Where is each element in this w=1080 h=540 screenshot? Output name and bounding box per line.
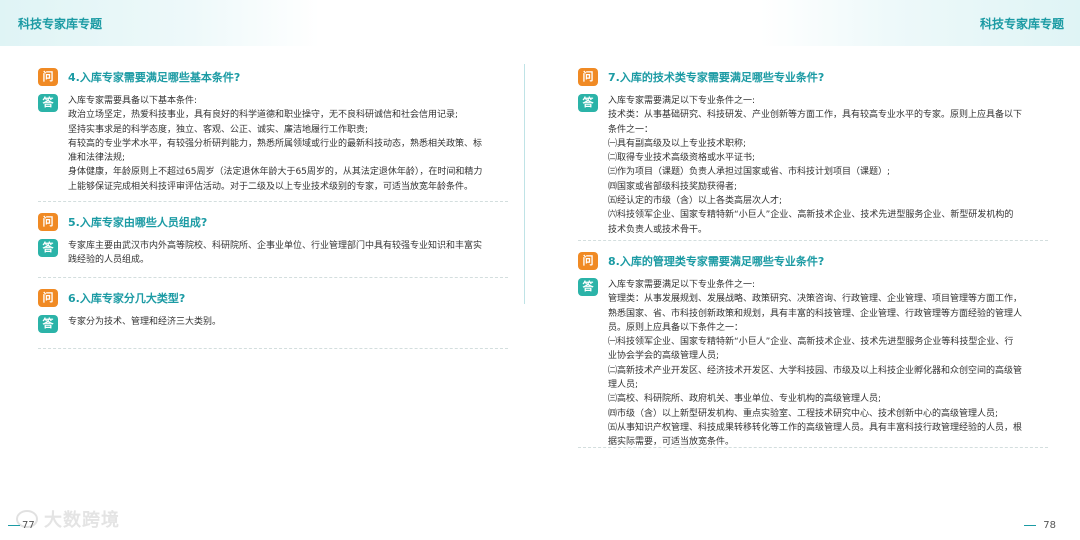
answer-badge: 答 <box>578 278 598 296</box>
answer-badge: 答 <box>38 315 58 333</box>
section-separator <box>38 277 508 278</box>
question-text: 6.入库专家分几大类型? <box>68 292 186 305</box>
answer-row: 答 专家分为技术、管理和经济三大类别。 <box>38 315 508 333</box>
right-page-header-title: 科技专家库专题 <box>979 17 1064 31</box>
section-separator <box>578 240 1048 241</box>
qa-block-5: 问 5.入库专家由哪些人员组成? 答 专家库主要由武汉市内外高等院校、科研院所、… <box>38 212 508 268</box>
answer-line: 入库专家需要满足以下专业条件之一: <box>608 280 756 290</box>
answer-line: 熟悉国家、省、市科技创新政策和规划，具有丰富的科技管理、企业管理、行政管理等方面… <box>608 308 1023 319</box>
question-row: 问 5.入库专家由哪些人员组成? <box>38 212 508 232</box>
watermark-text: 大数跨境 <box>44 510 120 531</box>
answer-text: 入库专家需要满足以下专业条件之一: 技术类：从事基础研究、科技研发、产业创新等方… <box>608 94 1048 237</box>
question-badge: 问 <box>38 289 58 307</box>
answer-text: 专家分为技术、管理和经济三大类别。 <box>68 315 508 329</box>
answer-line: ㈢高校、科研院所、政府机关、事业单位、专业机构的高级管理人员; <box>608 394 882 405</box>
answer-badge: 答 <box>38 94 58 112</box>
section-separator <box>38 348 508 349</box>
answer-line: 践经验的人员组成。 <box>68 255 150 266</box>
answer-line: ㈢作为项目（课题）负责人承担过国家或省、市科技计划项目（课题）; <box>608 167 891 178</box>
qa-block-6: 问 6.入库专家分几大类型? 答 专家分为技术、管理和经济三大类别。 <box>38 288 508 333</box>
answer-line: 管理类：从事发展规划、发展战略、政策研究、决策咨询、行政管理、企业管理、项目管理… <box>608 294 1023 305</box>
question-row: 问 6.入库专家分几大类型? <box>38 288 508 308</box>
question-row: 问 4.入库专家需要满足哪些基本条件? <box>38 67 508 87</box>
qa-block-8: 问 8.入库的管理类专家需要满足哪些专业条件? 答 入库专家需要满足以下专业条件… <box>578 251 1048 450</box>
question-badge: 问 <box>38 213 58 231</box>
answer-line: ㈠科技领军企业、国家专精特新“小巨人”企业、高新技术企业、技术先进型服务企业等科… <box>608 337 1014 348</box>
answer-line: 技术负责人或技术骨干。 <box>608 224 708 235</box>
question-badge: 问 <box>578 252 598 270</box>
answer-line: ㈠具有副高级及以上专业技术职称; <box>608 138 747 149</box>
column-divider <box>524 64 525 304</box>
answer-line: ㈤经认定的市级（含）以上各类高层次人才; <box>608 196 783 207</box>
answer-row: 答 入库专家需要满足以下专业条件之一: 技术类：从事基础研究、科技研发、产业创新… <box>578 94 1048 237</box>
answer-line: 业协会学会的高级管理人员; <box>608 351 720 362</box>
page-number-rule <box>8 525 20 526</box>
left-page-header-title: 科技专家库专题 <box>18 17 103 31</box>
answer-line: 技术类：从事基础研究、科技研发、产业创新等方面工作，具有较高专业水平的专家。原则… <box>608 110 1023 121</box>
answer-line: 准和法律法规; <box>68 153 126 164</box>
question-badge: 问 <box>38 68 58 86</box>
header-bar: 科技专家库专题 科技专家库专题 <box>0 0 1080 46</box>
answer-line: ㈡取得专业技术高级资格或水平证书; <box>608 153 756 164</box>
answer-line: 坚持实事求是的科学态度，独立、客观、公正、诚实、廉洁地履行工作职责; <box>68 124 369 135</box>
question-badge: 问 <box>578 68 598 86</box>
question-row: 问 8.入库的管理类专家需要满足哪些专业条件? <box>578 251 1048 271</box>
answer-line: 员。原则上应具备以下条件之一： <box>608 322 744 333</box>
answer-row: 答 入库专家需要满足以下专业条件之一: 管理类：从事发展规划、发展战略、政策研究… <box>578 278 1048 450</box>
qa-block-4: 问 4.入库专家需要满足哪些基本条件? 答 入库专家需要具备以下基本条件: 政治… <box>38 67 508 194</box>
answer-row: 答 专家库主要由武汉市内外高等院校、科研院所、企事业单位、行业管理部门中具有较强… <box>38 239 508 268</box>
answer-text: 入库专家需要具备以下基本条件: 政治立场坚定，热爱科技事业，具有良好的科学道德和… <box>68 94 508 194</box>
section-separator <box>38 201 508 202</box>
answer-badge: 答 <box>578 94 598 112</box>
answer-line: 有较高的专业学术水平，有较强分析研判能力，熟悉所属领域或行业的最新科技动态，熟悉… <box>68 138 483 149</box>
answer-line: ㈣市级（含）以上新型研发机构、重点实验室、工程技术研究中心、技术创新中心的高级管… <box>608 408 999 419</box>
answer-line: 入库专家需要具备以下基本条件: <box>68 96 198 106</box>
answer-line: 上能够保证完成相关科技评审评估活动。对于二级及以上专业技术级别的专家，可适当放宽… <box>68 181 474 192</box>
answer-line: 政治立场坚定，热爱科技事业，具有良好的科学道德和职业操守，无不良科研诚信和社会信… <box>68 110 459 121</box>
question-text: 5.入库专家由哪些人员组成? <box>68 216 208 229</box>
answer-line: ㈡高新技术产业开发区、经济技术开发区、大学科技园、市级及以上科技企业孵化器和众创… <box>608 365 1023 376</box>
answer-row: 答 入库专家需要具备以下基本条件: 政治立场坚定，热爱科技事业，具有良好的科学道… <box>38 94 508 194</box>
answer-line: 专家分为技术、管理和经济三大类别。 <box>68 317 222 327</box>
question-row: 问 7.入库的技术类专家需要满足哪些专业条件? <box>578 67 1048 87</box>
answer-line: ㈥科技领军企业、国家专精特新“小巨人”企业、高新技术企业、技术先进型服务企业、新… <box>608 210 1014 221</box>
qa-block-7: 问 7.入库的技术类专家需要满足哪些专业条件? 答 入库专家需要满足以下专业条件… <box>578 67 1048 237</box>
answer-line: 入库专家需要满足以下专业条件之一: <box>608 96 756 106</box>
answer-line: 条件之一： <box>608 124 654 135</box>
question-text: 8.入库的管理类专家需要满足哪些专业条件? <box>608 255 825 268</box>
answer-line: ㈣国家或省部级科技奖励获得者; <box>608 181 738 192</box>
answer-line: ㈤从事知识产权管理、科技成果转移转化等工作的高级管理人员。具有丰富科技行政管理经… <box>608 422 1023 433</box>
question-text: 4.入库专家需要满足哪些基本条件? <box>68 71 241 84</box>
section-separator <box>578 447 1048 448</box>
answer-text: 入库专家需要满足以下专业条件之一: 管理类：从事发展规划、发展战略、政策研究、决… <box>608 278 1048 450</box>
left-page-number: 77 <box>22 520 35 531</box>
page-number-rule <box>1024 525 1036 526</box>
question-text: 7.入库的技术类专家需要满足哪些专业条件? <box>608 71 825 84</box>
answer-line: 专家库主要由武汉市内外高等院校、科研院所、企事业单位、行业管理部门中具有较强专业… <box>68 241 483 251</box>
answer-line: 身体健康，年龄原则上不超过65周岁（法定退休年龄大于65周岁的，从其法定退休年龄… <box>68 167 483 178</box>
answer-text: 专家库主要由武汉市内外高等院校、科研院所、企事业单位、行业管理部门中具有较强专业… <box>68 239 508 268</box>
answer-line: 理人员; <box>608 380 639 391</box>
right-page-number: 78 <box>1043 520 1056 531</box>
answer-badge: 答 <box>38 239 58 257</box>
